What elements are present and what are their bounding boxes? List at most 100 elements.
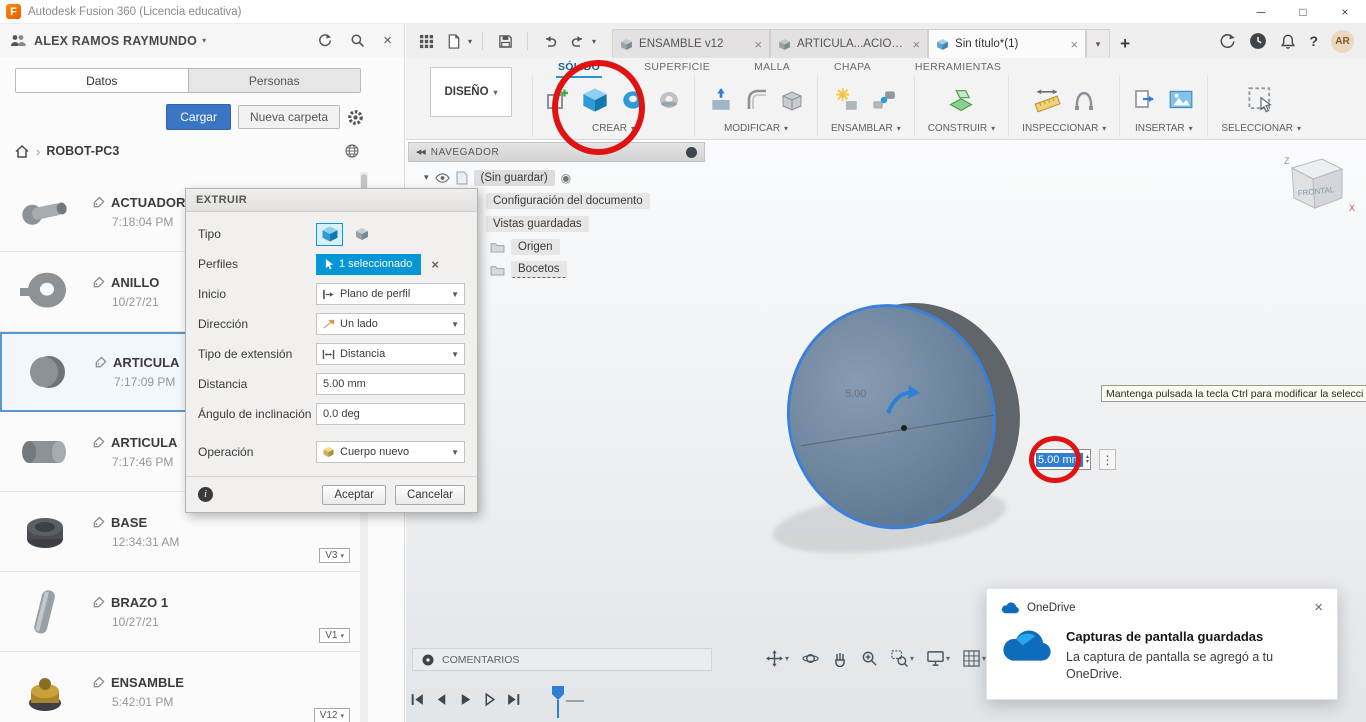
orbit-icon[interactable] xyxy=(802,650,819,667)
zoom-icon[interactable] xyxy=(861,650,878,667)
collapse-icon[interactable]: ◀◀ xyxy=(416,148,426,156)
navigator-header[interactable]: ◀◀ NAVEGADOR xyxy=(408,142,705,162)
chevron-down-icon[interactable]: ▾ xyxy=(468,37,472,46)
redo-icon[interactable] xyxy=(566,29,590,53)
search-icon[interactable] xyxy=(350,33,365,48)
clear-selection-icon[interactable]: × xyxy=(431,257,439,272)
operation-select[interactable]: Cuerpo nuevo ▼ xyxy=(316,441,465,463)
taper-angle-field[interactable]: 0.0 deg xyxy=(316,403,465,425)
new-tab-icon[interactable]: + xyxy=(1110,29,1140,58)
chevron-down-icon[interactable]: ▾ xyxy=(991,124,995,133)
kebab-menu-icon[interactable]: ⋮ xyxy=(1099,449,1116,470)
close-icon[interactable]: × xyxy=(1324,0,1366,23)
navigator-options-icon[interactable] xyxy=(686,146,697,158)
record-icon[interactable]: ◉ xyxy=(561,171,571,185)
help-icon[interactable]: ? xyxy=(1309,33,1318,49)
comments-bar[interactable]: COMENTARIOS xyxy=(412,648,712,671)
tab-personas[interactable]: Personas xyxy=(188,69,360,92)
chevron-down-icon[interactable]: ▾ xyxy=(1189,124,1193,133)
doc-tab[interactable]: ENSAMBLE v12 × xyxy=(612,29,771,58)
revolve-icon[interactable] xyxy=(620,87,646,113)
start-select[interactable]: Plano de perfil ▼ xyxy=(316,283,465,305)
coil-icon[interactable] xyxy=(657,88,681,112)
close-tab-icon[interactable]: × xyxy=(754,38,762,51)
skip-to-end-icon[interactable] xyxy=(506,692,521,707)
close-panel-icon[interactable]: × xyxy=(383,32,392,49)
chevron-down-icon[interactable]: ▾ xyxy=(592,37,596,46)
create-sketch-icon[interactable] xyxy=(546,88,570,112)
globe-icon[interactable] xyxy=(344,143,360,159)
workspace-selector[interactable]: DISEÑO ▾ xyxy=(430,67,512,117)
new-component-icon[interactable] xyxy=(834,87,860,113)
save-icon[interactable] xyxy=(493,29,517,53)
eye-icon[interactable] xyxy=(434,172,450,184)
spinner-icon[interactable]: ▴ ▾ xyxy=(1086,454,1090,465)
list-item[interactable]: ENSAMBLE 5:42:01 PM V12 ▾ xyxy=(0,652,360,722)
dialog-title[interactable]: EXTRUIR xyxy=(186,189,477,212)
breadcrumb-project[interactable]: ROBOT-PC3 xyxy=(46,144,119,158)
minimize-icon[interactable]: ─ xyxy=(1240,0,1282,23)
fit-icon[interactable]: ▾ xyxy=(891,650,914,667)
select-icon[interactable] xyxy=(1247,86,1275,114)
extrude-icon[interactable] xyxy=(581,86,609,114)
close-notification-icon[interactable]: × xyxy=(1314,599,1323,616)
joint-icon[interactable] xyxy=(871,87,897,113)
pan-hand-icon[interactable] xyxy=(832,651,848,667)
new-folder-button[interactable]: Nueva carpeta xyxy=(237,105,340,129)
insert-derive-icon[interactable] xyxy=(1133,88,1157,112)
play-icon[interactable] xyxy=(458,692,473,707)
tab-datos[interactable]: Datos xyxy=(16,69,189,92)
press-pull-icon[interactable] xyxy=(708,87,734,113)
measure-icon[interactable] xyxy=(1033,86,1061,114)
construction-plane-icon[interactable] xyxy=(947,86,975,114)
close-tab-icon[interactable]: × xyxy=(1070,38,1078,51)
chevron-down-icon[interactable]: ▾ xyxy=(1297,124,1301,133)
tree-item-label[interactable]: Configuración del documento xyxy=(486,192,650,209)
doc-tab-active[interactable]: Sin título*(1) × xyxy=(928,29,1087,58)
list-item[interactable]: BRAZO 1 10/27/21 V1 ▾ xyxy=(0,572,360,652)
job-status-clock-icon[interactable] xyxy=(1249,32,1267,50)
home-icon[interactable] xyxy=(14,143,30,159)
step-back-icon[interactable] xyxy=(434,692,449,707)
accept-button[interactable]: Aceptar xyxy=(322,484,386,505)
distance-field[interactable]: 5.00 mm xyxy=(316,373,465,395)
team-name[interactable]: ALEX RAMOS RAYMUNDO xyxy=(34,34,197,48)
pan-move-icon[interactable]: ▾ xyxy=(766,650,789,667)
timeline-playhead[interactable] xyxy=(552,686,564,718)
decal-image-icon[interactable] xyxy=(1168,87,1194,113)
undo-icon[interactable] xyxy=(538,29,562,53)
chevron-down-icon[interactable]: ▾ xyxy=(1102,124,1106,133)
display-settings-icon[interactable]: ▾ xyxy=(927,650,950,667)
extrude-drag-arrow-icon[interactable] xyxy=(884,383,920,417)
distance-input[interactable]: 5.00 mm ▴ ▾ xyxy=(1033,449,1091,470)
tree-item-label[interactable]: Bocetos xyxy=(511,261,567,278)
doc-tab[interactable]: ARTICULA...ACION v1 × xyxy=(770,29,929,58)
version-badge[interactable]: V3 ▾ xyxy=(319,548,350,563)
extent-type-select[interactable]: Distancia ▼ xyxy=(316,343,465,365)
expand-triangle-icon[interactable]: ▾ xyxy=(424,172,429,183)
user-avatar[interactable]: AR xyxy=(1331,29,1354,53)
extrude-type-solid-icon[interactable] xyxy=(316,222,343,246)
document-root-label[interactable]: (Sin guardar) xyxy=(473,169,555,186)
shell-icon[interactable] xyxy=(780,88,804,112)
cancel-button[interactable]: Cancelar xyxy=(394,484,465,505)
direction-select[interactable]: Un lado ▼ xyxy=(316,313,465,335)
step-forward-icon[interactable] xyxy=(482,692,497,707)
chevron-down-icon[interactable]: ▾ xyxy=(631,124,635,133)
gear-icon[interactable] xyxy=(347,109,364,126)
notifications-bell-icon[interactable] xyxy=(1280,33,1296,50)
version-badge[interactable]: V1 ▾ xyxy=(319,628,350,643)
calipers-icon[interactable] xyxy=(1072,88,1096,112)
close-tab-icon[interactable]: × xyxy=(912,38,920,51)
profiles-selected-chip[interactable]: 1 seleccionado xyxy=(316,253,422,275)
extensions-sync-icon[interactable] xyxy=(1219,33,1236,50)
extrude-type-thin-icon[interactable] xyxy=(348,223,375,246)
file-menu-icon[interactable] xyxy=(442,29,466,53)
grid-snap-icon[interactable]: ▾ xyxy=(963,650,986,667)
tab-list-dropdown-icon[interactable]: ▾ xyxy=(1086,29,1111,58)
app-grid-icon[interactable] xyxy=(414,29,438,53)
skip-to-start-icon[interactable] xyxy=(410,692,425,707)
upload-button[interactable]: Cargar xyxy=(166,104,231,130)
version-badge[interactable]: V12 ▾ xyxy=(313,708,350,722)
tree-item-label[interactable]: Vistas guardadas xyxy=(486,215,589,232)
